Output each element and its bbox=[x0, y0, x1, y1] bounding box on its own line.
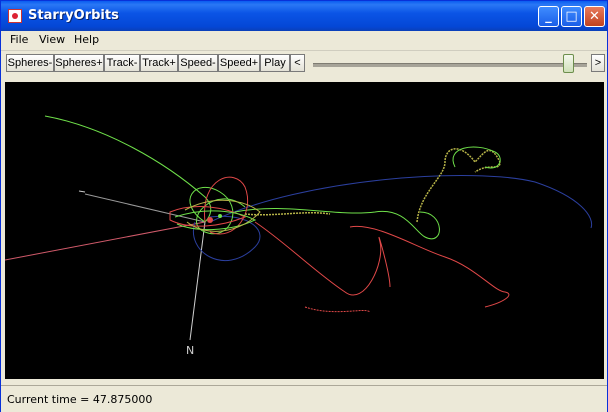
title-bar[interactable]: StarryOrbits _ □ ✕ bbox=[1, 1, 607, 31]
axis-label-n: N bbox=[186, 344, 194, 357]
status-bar: Current time = 47.875000 bbox=[1, 385, 607, 412]
spheres-plus-button[interactable]: Spheres+ bbox=[54, 54, 104, 72]
axis-tick bbox=[78, 190, 86, 193]
axis-line-gray bbox=[84, 193, 206, 223]
menu-view[interactable]: View bbox=[39, 33, 65, 46]
track-plus-button[interactable]: Track+ bbox=[140, 54, 178, 72]
orbit-blue bbox=[209, 175, 593, 229]
axis-line-white bbox=[189, 221, 206, 341]
orbit-olive-wave bbox=[416, 148, 501, 223]
maximize-button[interactable]: □ bbox=[561, 6, 582, 27]
orbit-red-dots bbox=[304, 306, 371, 313]
speed-minus-button[interactable]: Speed- bbox=[178, 54, 218, 72]
orbit-green-mid bbox=[234, 207, 440, 240]
java-icon bbox=[8, 9, 22, 23]
menu-bar: File View Help bbox=[1, 31, 607, 50]
speed-plus-button[interactable]: Speed+ bbox=[218, 54, 260, 72]
step-forward-button[interactable]: > bbox=[591, 54, 605, 72]
minimize-button[interactable]: _ bbox=[538, 6, 559, 27]
orbit-canvas[interactable]: N bbox=[4, 82, 604, 379]
status-time: Current time = 47.875000 bbox=[7, 393, 153, 406]
app-window: StarryOrbits _ □ ✕ File View Help Sphere… bbox=[0, 0, 608, 412]
menu-help[interactable]: Help bbox=[74, 33, 99, 46]
orbit-green-top bbox=[452, 146, 501, 169]
menu-file[interactable]: File bbox=[10, 33, 28, 46]
window-title: StarryOrbits bbox=[28, 8, 119, 23]
orbit-visualization: N bbox=[4, 115, 593, 357]
step-back-button[interactable]: < bbox=[290, 54, 305, 72]
track-minus-button[interactable]: Track- bbox=[104, 54, 140, 72]
time-slider-thumb[interactable] bbox=[562, 54, 574, 73]
spheres-minus-button[interactable]: Spheres- bbox=[6, 54, 54, 72]
orbit-green-trail bbox=[44, 115, 212, 223]
orbit-red-trail-1 bbox=[254, 221, 391, 296]
close-button[interactable]: ✕ bbox=[584, 6, 605, 27]
orbit-core-cluster bbox=[169, 199, 331, 232]
axis-line-red bbox=[4, 221, 206, 261]
play-button[interactable]: Play bbox=[260, 54, 290, 72]
time-slider-track[interactable] bbox=[313, 63, 587, 67]
